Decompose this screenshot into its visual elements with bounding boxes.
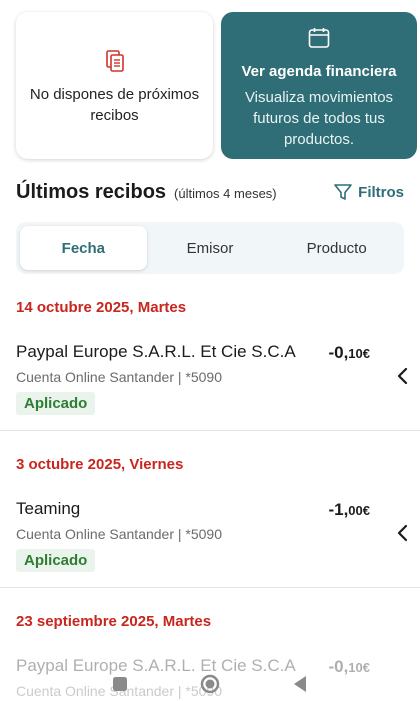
amount: -0,10€ bbox=[328, 343, 370, 363]
back-button[interactable] bbox=[290, 674, 310, 694]
date-header: 23 septiembre 2025, Martes bbox=[16, 613, 212, 630]
square-icon bbox=[113, 677, 127, 691]
chevron-left-icon[interactable] bbox=[396, 367, 408, 385]
filters-label: Filtros bbox=[358, 183, 404, 201]
receipts-header: Últimos recibos (últimos 4 meses) Filtro… bbox=[16, 178, 404, 206]
account-label: Cuenta Online Santander | *5090 bbox=[16, 526, 223, 542]
circle-icon bbox=[200, 674, 220, 694]
amount-decimal: 10€ bbox=[348, 346, 370, 361]
tab-producto[interactable]: Producto bbox=[273, 226, 400, 270]
amount: -1,00€ bbox=[328, 500, 370, 520]
calendar-icon bbox=[308, 28, 330, 48]
status-badge: Aplicado bbox=[16, 549, 96, 572]
financial-agenda-card[interactable]: Ver agenda financiera Visualiza movimien… bbox=[221, 12, 417, 159]
upcoming-receipts-card: No dispones de próximos recibos bbox=[16, 12, 213, 159]
receipt-item[interactable]: Teaming Cuenta Online Santander | *5090 … bbox=[16, 499, 420, 579]
system-nav-bar bbox=[0, 667, 420, 701]
divider bbox=[0, 587, 420, 588]
receipt-item[interactable]: Paypal Europe S.A.R.L. Et Cie S.C.A Cuen… bbox=[16, 342, 420, 422]
tab-emisor[interactable]: Emisor bbox=[147, 226, 274, 270]
status-badge: Aplicado bbox=[16, 392, 96, 415]
recents-button[interactable] bbox=[110, 674, 130, 694]
merchant-name: Teaming bbox=[16, 499, 81, 518]
document-icon bbox=[105, 50, 124, 72]
tab-fecha[interactable]: Fecha bbox=[20, 226, 147, 270]
account-label: Cuenta Online Santander | *5090 bbox=[16, 369, 223, 385]
agenda-title: Ver agenda financiera bbox=[241, 63, 397, 80]
merchant-name: Paypal Europe S.A.R.L. Et Cie S.C.A bbox=[16, 342, 296, 361]
filters-button[interactable]: Filtros bbox=[334, 183, 404, 201]
date-header: 3 octubre 2025, Viernes bbox=[16, 456, 184, 473]
chevron-left-icon[interactable] bbox=[396, 524, 408, 542]
divider bbox=[0, 430, 420, 431]
amount-integer: -1, bbox=[328, 500, 349, 519]
agenda-description: Visualiza movimientos futuros de todos t… bbox=[244, 89, 394, 148]
empty-receipts-message: No dispones de próximos recibos bbox=[29, 86, 200, 124]
section-subtitle: (últimos 4 meses) bbox=[174, 185, 277, 201]
triangle-back-icon bbox=[294, 676, 306, 692]
home-button[interactable] bbox=[200, 674, 220, 694]
amount-decimal: 00€ bbox=[348, 503, 370, 518]
section-title: Últimos recibos bbox=[16, 180, 167, 203]
amount-integer: -0, bbox=[328, 343, 349, 362]
date-header: 14 octubre 2025, Martes bbox=[16, 299, 187, 316]
filter-icon bbox=[334, 184, 352, 200]
sort-tabs: Fecha Emisor Producto bbox=[16, 222, 404, 274]
top-cards: No dispones de próximos recibos Ver agen… bbox=[16, 12, 417, 159]
